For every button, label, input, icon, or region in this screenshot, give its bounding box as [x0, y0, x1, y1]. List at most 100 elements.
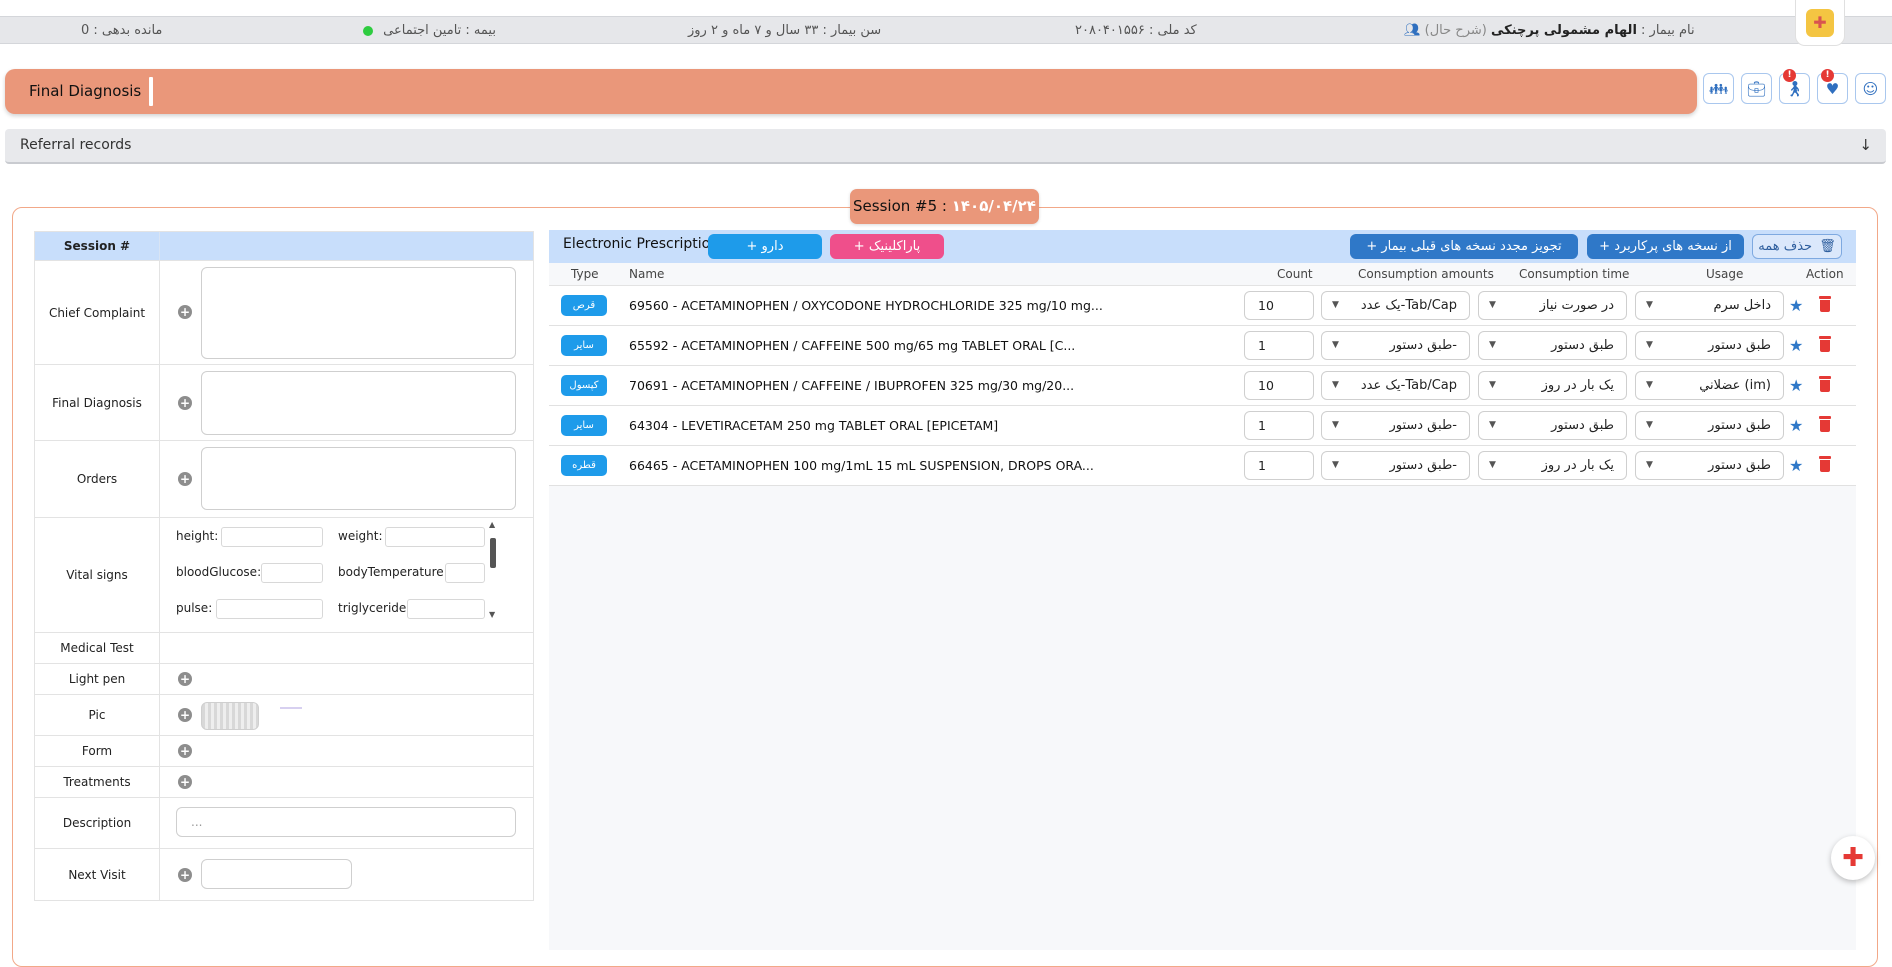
drug-name: 65592 - ACETAMINOPHEN / CAFFEINE 500 mg/…	[629, 338, 1076, 353]
frequent-prescriptions-button[interactable]: + از نسخه های پرکاربرد	[1587, 234, 1744, 259]
star-icon[interactable]: ★	[1789, 446, 1803, 485]
usage-select[interactable]: ▼ داخل سرم	[1635, 291, 1784, 320]
height-input[interactable]	[221, 527, 323, 547]
trash-icon[interactable]	[1819, 376, 1831, 392]
chief-complaint-input[interactable]	[201, 267, 516, 359]
count-input[interactable]: 1	[1244, 451, 1314, 480]
weight-input[interactable]	[385, 527, 485, 547]
chevron-down-icon: ▼	[1489, 380, 1496, 390]
treatments-row: Treatments +	[35, 767, 533, 798]
body-temperature-input[interactable]	[445, 563, 485, 583]
consumption-amount-select[interactable]: ▼ -طبق دستور	[1321, 451, 1470, 480]
consumption-time-select[interactable]: ▼ یک بار در روز	[1478, 371, 1627, 400]
consumption-amount-select[interactable]: ▼ -طبق دستور	[1321, 331, 1470, 360]
consumption-amount-select[interactable]: ▼ -طبق دستور	[1321, 411, 1470, 440]
orders-row: Orders +	[35, 441, 533, 518]
scroll-up-icon[interactable]: ▲	[489, 520, 495, 529]
renew-previous-prescriptions-button[interactable]: + تجویز مجدد نسخه های قبلی بیمار	[1350, 234, 1578, 259]
chevron-down-icon: ▼	[1646, 340, 1653, 350]
drug-row: کپسول 70691 - ACETAMINOPHEN / CAFFEINE / …	[549, 366, 1856, 406]
delete-all-button[interactable]: حذف همه 🗑︎	[1752, 234, 1842, 259]
chevron-down-icon: ▼	[1489, 340, 1496, 350]
national-code-label: کد ملی :	[1148, 23, 1197, 38]
usage-select[interactable]: ▼ طبق دستور	[1635, 411, 1784, 440]
final-diagnosis-bar[interactable]: Final Diagnosis	[5, 69, 1697, 114]
consumption-time-select[interactable]: ▼ طبق دستور	[1478, 331, 1627, 360]
triglyceride-input[interactable]	[407, 599, 485, 619]
add-icon[interactable]: +	[178, 305, 192, 319]
health-icon[interactable]: ! ♥︎	[1817, 69, 1848, 104]
trash-icon[interactable]	[1819, 456, 1831, 472]
final-diagnosis-label: Final Diagnosis	[35, 365, 160, 440]
drug-row: قرص 69560 - ACETAMINOPHEN / OXYCODONE HYD…	[549, 286, 1856, 326]
national-code-value: ۲۰۸۰۴۰۱۵۵۶	[1075, 23, 1145, 38]
trash-icon[interactable]	[1819, 336, 1831, 352]
table-header: Session #	[35, 232, 533, 261]
vitals-scrollbar[interactable]: ▲ ▼	[489, 520, 497, 619]
usage-select[interactable]: ▼ طبق دستور	[1635, 451, 1784, 480]
toolbar-icons: 👪︎ 💼︎ ! 🚶︎ ! ♥︎ ☺︎	[1703, 69, 1886, 104]
add-icon[interactable]: +	[178, 708, 192, 722]
scroll-thumb[interactable]	[490, 538, 496, 568]
consumption-amount-select[interactable]: ▼ Tab/Cap-یک عدد	[1321, 291, 1470, 320]
star-icon[interactable]: ★	[1789, 286, 1803, 325]
user-plus-icon[interactable]: 👥︎	[1404, 23, 1421, 38]
prescription-title: Electronic Prescription	[563, 236, 720, 252]
add-drug-button[interactable]: + دارو	[708, 234, 822, 259]
consumption-time-select[interactable]: ▼ یک بار در روز	[1478, 451, 1627, 480]
doctor-icon[interactable]: ☺︎	[1855, 73, 1886, 104]
star-icon[interactable]: ★	[1789, 406, 1803, 445]
history-link[interactable]: (شرح حال)	[1425, 23, 1487, 38]
drug-name: 69560 - ACETAMINOPHEN / OXYCODONE HYDROC…	[629, 298, 1103, 313]
referral-records-panel[interactable]: Referral records ↓	[5, 129, 1886, 164]
count-input[interactable]: 1	[1244, 411, 1314, 440]
usage-select[interactable]: ▼ طبق دستور	[1635, 331, 1784, 360]
consumption-time-select[interactable]: ▼ در صورت نیاز	[1478, 291, 1627, 320]
chevron-down-icon: ▼	[1332, 340, 1339, 350]
chevron-down-icon: ▼	[1332, 420, 1339, 430]
chief-complaint-row: Chief Complaint +	[35, 261, 533, 365]
consumption-time-select[interactable]: ▼ طبق دستور	[1478, 411, 1627, 440]
count-input[interactable]: 10	[1244, 291, 1314, 320]
add-icon[interactable]: +	[178, 396, 192, 410]
description-input[interactable]: ...	[176, 807, 516, 837]
count-input[interactable]: 10	[1244, 371, 1314, 400]
next-visit-input[interactable]	[201, 859, 352, 889]
drug-name: 66465 - ACETAMINOPHEN 100 mg/1mL 15 mL S…	[629, 458, 1094, 473]
patient-walk-icon[interactable]: ! 🚶︎	[1779, 69, 1810, 104]
star-icon[interactable]: ★	[1789, 326, 1803, 365]
patient-name: الهام مشمولی پرچنکی	[1490, 23, 1637, 38]
debt-value: 0	[81, 23, 90, 38]
add-icon[interactable]: +	[178, 472, 192, 486]
consumption-amount-select[interactable]: ▼ Tab/Cap-یک عدد	[1321, 371, 1470, 400]
medical-kit-icon[interactable]: 💼︎	[1741, 73, 1772, 104]
pic-thumbnail[interactable]	[201, 702, 259, 730]
pulse-input[interactable]	[216, 599, 323, 619]
expand-arrow-icon[interactable]: ↓	[1859, 129, 1872, 162]
chevron-down-icon: ▼	[1332, 380, 1339, 390]
col-usage: Usage	[1706, 267, 1744, 281]
add-icon[interactable]: +	[178, 672, 192, 686]
family-icon[interactable]: 👪︎	[1703, 73, 1734, 104]
scroll-down-icon[interactable]: ▼	[489, 610, 495, 619]
consumption-time-value: یک بار در روز	[1541, 378, 1614, 393]
drug-type-badge: کپسول	[561, 375, 607, 396]
triglyceride-label: triglyceride:	[338, 601, 411, 615]
final-diagnosis-input[interactable]	[201, 371, 516, 435]
medical-cross-icon: ✚	[1842, 843, 1864, 873]
star-icon[interactable]: ★	[1789, 366, 1803, 405]
add-medical-fab[interactable]: ✚	[1831, 836, 1875, 880]
count-input[interactable]: 1	[1244, 331, 1314, 360]
insurance-label: بیمه :	[465, 23, 496, 38]
add-icon[interactable]: +	[178, 868, 192, 882]
add-paraclinic-button[interactable]: + پاراکلینیک	[830, 234, 944, 259]
usage-value: طبق دستور	[1708, 338, 1771, 353]
blood-glucose-input[interactable]	[261, 563, 323, 583]
orders-input[interactable]	[201, 447, 516, 510]
col-action: Action	[1806, 267, 1844, 281]
trash-icon[interactable]	[1819, 416, 1831, 432]
add-icon[interactable]: +	[178, 775, 192, 789]
usage-select[interactable]: ▼ (im) عضلاني	[1635, 371, 1784, 400]
add-icon[interactable]: +	[178, 744, 192, 758]
trash-icon[interactable]	[1819, 296, 1831, 312]
